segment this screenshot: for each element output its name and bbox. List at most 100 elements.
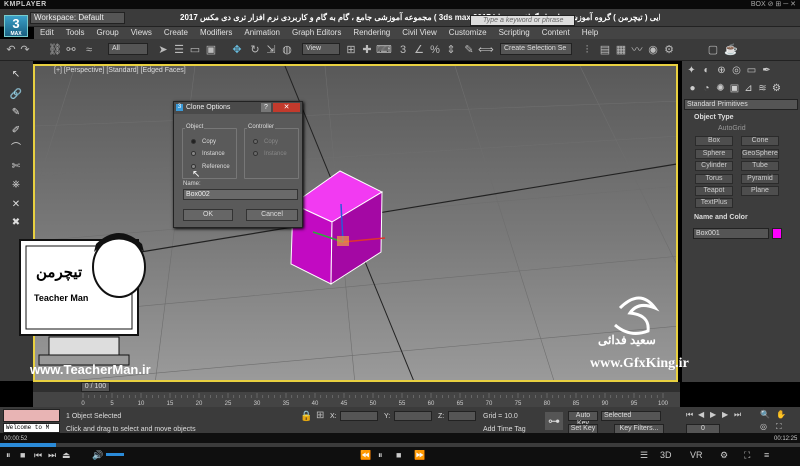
torus-button[interactable]: Torus: [695, 174, 733, 184]
prev-icon[interactable]: ⏮: [34, 450, 42, 461]
window-crossing-icon[interactable]: ▣: [204, 43, 218, 57]
utilities-tab-icon[interactable]: ✒: [760, 64, 773, 77]
link-tool-icon[interactable]: 🔗: [7, 86, 25, 103]
close-icon[interactable]: ✕: [273, 103, 300, 112]
box001-mesh[interactable]: [290, 170, 384, 285]
maxscript-welcome[interactable]: Welcome to M: [3, 423, 60, 433]
menu-item[interactable]: Customize: [443, 27, 493, 39]
menu-item[interactable]: Modifiers: [194, 27, 238, 39]
eject-icon[interactable]: ⏏: [62, 450, 71, 461]
auto-key-button[interactable]: Auto Key: [568, 411, 598, 427]
option-instance[interactable]: Instance: [191, 150, 225, 158]
percent-snap-icon[interactable]: %: [428, 43, 442, 57]
lock-selection-icon[interactable]: 🔒: [300, 411, 312, 422]
mirror-icon[interactable]: ⟺: [478, 43, 494, 57]
object-name-field[interactable]: Box001: [693, 228, 769, 239]
prev-frame-icon[interactable]: ◀: [698, 410, 704, 419]
3d-icon[interactable]: 3D: [660, 450, 672, 460]
settings-icon[interactable]: ⚙: [720, 450, 728, 461]
radio-instance[interactable]: [191, 150, 196, 156]
pan-icon[interactable]: ✋: [776, 410, 786, 419]
object-color-swatch[interactable]: [772, 228, 782, 239]
select-rotate-icon[interactable]: ↻: [248, 43, 262, 57]
menu-item[interactable]: Graph Editors: [286, 27, 347, 39]
time-slider[interactable]: 0 / 100: [81, 382, 110, 392]
align-icon[interactable]: ⫶: [580, 43, 594, 57]
stop-icon[interactable]: ■: [20, 450, 25, 460]
fullscreen-icon[interactable]: ⛶: [744, 450, 750, 461]
seek-bar[interactable]: [0, 443, 800, 447]
add-time-tag[interactable]: Add Time Tag: [483, 426, 526, 433]
selection-set-dropdown[interactable]: Create Selection Se: [500, 43, 572, 55]
snap-tool-icon[interactable]: ⎈: [7, 176, 25, 193]
render-icon[interactable]: ☕: [724, 43, 738, 57]
menu-item[interactable]: Scripting: [493, 27, 536, 39]
lasso-icon[interactable]: ⌒: [7, 140, 25, 157]
name-color-header[interactable]: Name and Color: [686, 213, 798, 223]
manipulate-icon[interactable]: ✚: [360, 43, 374, 57]
create-tab-icon[interactable]: ✦: [685, 64, 698, 77]
select-move-icon[interactable]: ✥: [230, 43, 244, 57]
keyboard-shortcut-icon[interactable]: ⌨: [376, 43, 392, 57]
tool-x-icon[interactable]: ✕: [7, 196, 25, 213]
vr-icon[interactable]: VR: [690, 450, 703, 460]
systems-icon[interactable]: ⚙: [770, 82, 783, 95]
option-copy[interactable]: Copy: [191, 138, 216, 146]
selection-region-icon[interactable]: ▭: [188, 43, 202, 57]
scene-explorer-icon[interactable]: ▤: [598, 43, 612, 57]
snaps-toggle-icon[interactable]: 3: [396, 43, 410, 57]
pause-icon[interactable]: ⏸: [6, 450, 11, 461]
cancel-button[interactable]: Cancel: [246, 209, 298, 221]
layer-explorer-icon[interactable]: ▦: [614, 43, 628, 57]
place-icon[interactable]: ◍: [280, 43, 294, 57]
teapot-button[interactable]: Teapot: [695, 186, 733, 196]
absolute-mode-icon[interactable]: ⊞: [316, 410, 324, 421]
volume-icon[interactable]: 🔊: [92, 450, 103, 461]
undo-icon[interactable]: ↶: [4, 43, 18, 57]
select-icon[interactable]: ↖: [7, 66, 25, 83]
plane-button[interactable]: Plane: [741, 186, 779, 196]
lights-icon[interactable]: ✺: [714, 82, 727, 95]
zoom-icon[interactable]: 🔍: [760, 410, 770, 419]
maximize-viewport-icon[interactable]: ⛶: [776, 422, 782, 432]
ref-coord-dropdown[interactable]: View: [302, 43, 340, 55]
set-key-icon[interactable]: ⊶: [545, 412, 563, 430]
go-to-start-icon[interactable]: ⏮: [686, 410, 693, 420]
menu-item[interactable]: Create: [158, 27, 194, 39]
angle-snap-icon[interactable]: ∠: [412, 43, 426, 57]
maxscript-listener[interactable]: [3, 409, 60, 422]
primitive-category-dropdown[interactable]: Standard Primitives: [684, 99, 798, 110]
hierarchy-tab-icon[interactable]: ⊕: [715, 64, 728, 77]
selection-filter-dropdown[interactable]: All: [108, 43, 148, 55]
object-type-header[interactable]: Object Type: [686, 113, 798, 123]
measure-icon[interactable]: ✄: [7, 158, 25, 175]
player-stop-icon[interactable]: ■: [396, 450, 401, 460]
pyramid-button[interactable]: Pyramid: [741, 174, 779, 184]
viewport-label[interactable]: [+] [Perspective] [Standard] [Edged Face…: [54, 67, 186, 74]
volume-slider[interactable]: [106, 453, 124, 456]
menu-item[interactable]: Help: [576, 27, 604, 39]
max-logo[interactable]: 3 MAX: [4, 15, 28, 37]
z-coord-field[interactable]: [448, 411, 476, 421]
shapes-icon[interactable]: ◔: [700, 82, 713, 95]
autogrid-checkbox[interactable]: AutoGrid: [718, 125, 746, 132]
menu-item[interactable]: Content: [536, 27, 576, 39]
search-input[interactable]: Type a keyword or phrase: [470, 15, 575, 26]
menu-item[interactable]: Edit: [34, 27, 60, 39]
menu-item[interactable]: Tools: [60, 27, 91, 39]
edit-named-selection-icon[interactable]: ✎: [462, 43, 476, 57]
geometry-icon[interactable]: ●: [686, 82, 699, 95]
material-editor-icon[interactable]: ◉: [646, 43, 660, 57]
menu-item[interactable]: Group: [90, 27, 124, 39]
help-button[interactable]: ?: [261, 103, 271, 112]
menu-item[interactable]: Rendering: [347, 27, 396, 39]
link-icon[interactable]: ⛓: [48, 43, 62, 57]
hierarchy-icon[interactable]: ✎: [7, 104, 25, 121]
track-bar[interactable]: 0 5 10 15 20 25 30 35 40 45 50 55 60 65 70 75 80 85 90 95 10…: [33, 392, 680, 407]
player-next-icon[interactable]: ⏩: [414, 450, 425, 461]
paint-select-icon[interactable]: ✐: [7, 122, 25, 139]
radio-copy[interactable]: [191, 138, 196, 144]
menu-item[interactable]: Views: [125, 27, 158, 39]
menu-item[interactable]: Animation: [238, 27, 286, 39]
sphere-button[interactable]: Sphere: [695, 149, 733, 159]
